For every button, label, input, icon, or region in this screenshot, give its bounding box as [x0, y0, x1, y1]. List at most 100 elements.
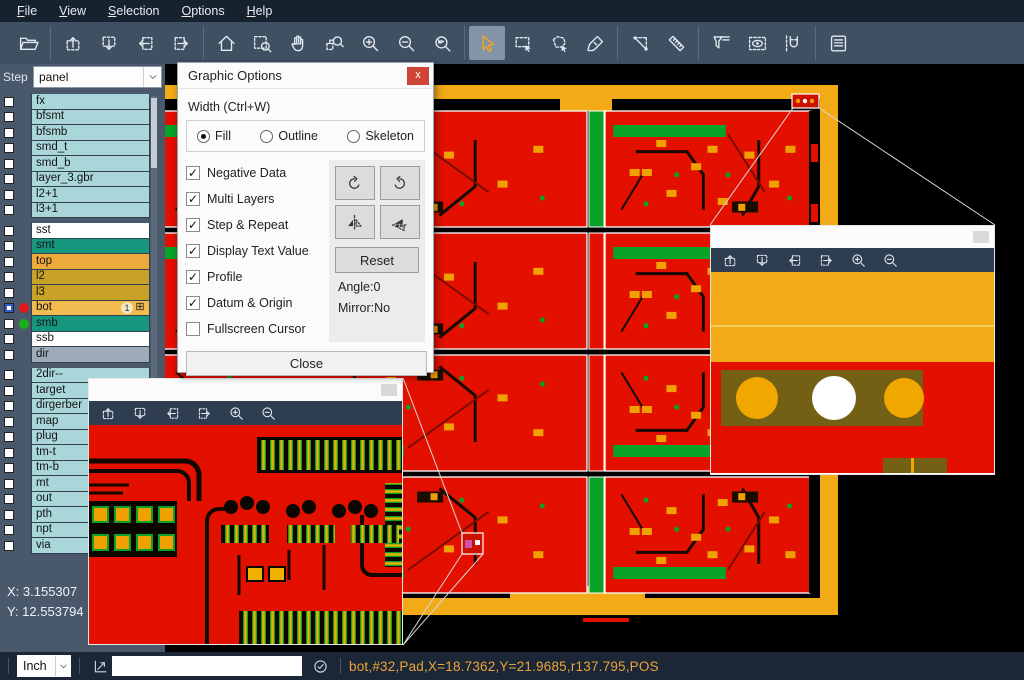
layer-row-top[interactable]: top: [0, 254, 150, 270]
layer-checkbox[interactable]: [4, 288, 14, 298]
layer-checkbox[interactable]: [4, 386, 14, 396]
magnifier-window-2[interactable]: [710, 225, 995, 475]
layer-checkbox[interactable]: [4, 190, 14, 200]
layer-name[interactable]: smt: [31, 239, 150, 255]
layer-row-l2[interactable]: l2: [0, 270, 150, 286]
layer-checkbox[interactable]: [4, 448, 14, 458]
zoom-out-button[interactable]: [388, 26, 424, 60]
layer-checkbox[interactable]: [4, 370, 14, 380]
layer-row-bfsmb[interactable]: bfsmb: [0, 125, 150, 141]
notes-panel-button[interactable]: [820, 26, 856, 60]
graphic-options-dialog[interactable]: Graphic Options x Width (Ctrl+W) FillOut…: [177, 62, 434, 373]
menu-item-options[interactable]: Options: [170, 0, 235, 22]
layer-checkbox[interactable]: [4, 479, 14, 489]
select-rect-button[interactable]: [505, 26, 541, 60]
layer-name[interactable]: l2: [31, 270, 150, 286]
layer-checkbox[interactable]: [4, 112, 14, 122]
layer-row-dir[interactable]: dir: [0, 347, 150, 363]
layer-name[interactable]: smd_t: [31, 141, 150, 157]
menu-item-file[interactable]: File: [6, 0, 48, 22]
zoom-object-button[interactable]: [316, 26, 352, 60]
layer-row-bfsmt[interactable]: bfsmt: [0, 110, 150, 126]
checkbox-datum-origin[interactable]: ✓Datum & Origin: [186, 290, 327, 316]
filter-button[interactable]: [703, 26, 739, 60]
measure-distance-button[interactable]: [622, 26, 658, 60]
checkbox-fullscreen-cursor[interactable]: Fullscreen Cursor: [186, 316, 327, 342]
layer-checkbox[interactable]: [4, 510, 14, 520]
radio-skeleton[interactable]: Skeleton: [347, 129, 414, 143]
layer-row-smt[interactable]: smt: [0, 239, 150, 255]
layer-name[interactable]: l2+1: [31, 187, 150, 203]
layer-row-l3[interactable]: l3: [0, 285, 150, 301]
layer-row-bot[interactable]: bot1⊞: [0, 301, 150, 317]
layer-name[interactable]: dir: [31, 347, 150, 363]
reset-button[interactable]: Reset: [335, 247, 419, 273]
mirror-h-button[interactable]: [335, 205, 375, 239]
pan-left-button[interactable]: [779, 249, 809, 271]
home-view-button[interactable]: [208, 26, 244, 60]
layer-checkbox[interactable]: [4, 350, 14, 360]
layer-name[interactable]: smd_b: [31, 156, 150, 172]
close-icon[interactable]: x: [407, 67, 429, 85]
layer-checkbox[interactable]: [4, 432, 14, 442]
layer-checkbox[interactable]: [4, 417, 14, 427]
close-icon[interactable]: [973, 231, 989, 243]
select-polygon-button[interactable]: [541, 26, 577, 60]
unit-select[interactable]: Inch: [17, 655, 71, 677]
pan-up-button[interactable]: [715, 249, 745, 271]
pan-down-button[interactable]: [747, 249, 777, 271]
open-file-button[interactable]: [10, 26, 46, 60]
close-icon[interactable]: [381, 384, 397, 396]
zoom-previous-button[interactable]: [424, 26, 460, 60]
checkbox-display-text-value[interactable]: ✓Display Text Value: [186, 238, 327, 264]
magnifier-window-1[interactable]: [88, 378, 403, 645]
pan-right-button[interactable]: [163, 26, 199, 60]
display-eye-button[interactable]: [739, 26, 775, 60]
snap-magnet-button[interactable]: [775, 26, 811, 60]
layer-name[interactable]: l3+1: [31, 203, 150, 219]
zoom-window-button[interactable]: [244, 26, 280, 60]
checkbox-multi-layers[interactable]: ✓Multi Layers: [186, 186, 327, 212]
layer-name[interactable]: top: [31, 254, 150, 270]
close-button[interactable]: Close: [186, 351, 427, 376]
rotate-cw-button[interactable]: [335, 166, 375, 200]
layer-name[interactable]: ssb: [31, 332, 150, 348]
zoom-in-button[interactable]: [221, 402, 251, 424]
layer-checkbox[interactable]: [4, 97, 14, 107]
layer-row-sst[interactable]: sst: [0, 223, 150, 239]
radio-fill[interactable]: Fill: [197, 129, 231, 143]
magnifier2-titlebar[interactable]: [711, 226, 994, 248]
layer-checkbox[interactable]: [4, 319, 14, 329]
layer-name[interactable]: layer_3.gbr: [31, 172, 150, 188]
layer-row-smd_b[interactable]: smd_b: [0, 156, 150, 172]
layer-checkbox[interactable]: [4, 334, 14, 344]
measure-ruler-button[interactable]: [658, 26, 694, 60]
layer-row-smd_t[interactable]: smd_t: [0, 141, 150, 157]
pan-up-button[interactable]: [55, 26, 91, 60]
layer-checkbox[interactable]: [4, 128, 14, 138]
layer-name[interactable]: bfsmb: [31, 125, 150, 141]
zoom-in-button[interactable]: [352, 26, 388, 60]
layer-checkbox[interactable]: [4, 241, 14, 251]
rotate-ccw-button[interactable]: [380, 166, 420, 200]
menu-item-selection[interactable]: Selection: [97, 0, 170, 22]
layer-name[interactable]: fx: [31, 94, 150, 110]
layer-row-layer_3.gbr[interactable]: layer_3.gbr: [0, 172, 150, 188]
brush-button[interactable]: [577, 26, 613, 60]
layer-checkbox[interactable]: [4, 272, 14, 282]
layer-checkbox[interactable]: [4, 143, 14, 153]
layer-row-smb[interactable]: smb: [0, 316, 150, 332]
layer-checkbox[interactable]: [4, 174, 14, 184]
checkbox-profile[interactable]: ✓Profile: [186, 264, 327, 290]
magnifier1-titlebar[interactable]: [89, 379, 402, 401]
zoom-out-button[interactable]: [253, 402, 283, 424]
checkbox-step-repeat[interactable]: ✓Step & Repeat: [186, 212, 327, 238]
layer-name[interactable]: bot1⊞: [31, 301, 150, 317]
layer-row-l2+1[interactable]: l2+1: [0, 187, 150, 203]
corner-angle-icon[interactable]: [88, 658, 112, 675]
layer-checkbox[interactable]: [4, 159, 14, 169]
step-select[interactable]: panel: [33, 66, 162, 88]
apply-check-icon[interactable]: [308, 658, 332, 675]
pan-up-button[interactable]: [93, 402, 123, 424]
layer-checkbox[interactable]: [4, 525, 14, 535]
